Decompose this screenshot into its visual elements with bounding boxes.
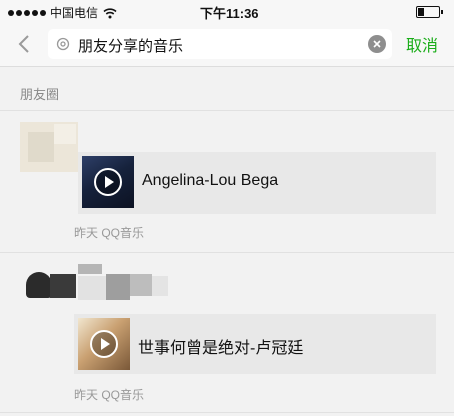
- play-icon: [94, 168, 122, 196]
- avatar[interactable]: [20, 264, 170, 316]
- avatar[interactable]: [20, 122, 78, 172]
- search-header: 朋友分享的音乐 取消: [0, 24, 454, 67]
- post-meta: 昨天 QQ音乐: [74, 388, 145, 402]
- carrier-label: 中国电信: [50, 6, 99, 20]
- battery-icon: [416, 6, 443, 18]
- status-time: 下午11:36: [200, 6, 259, 21]
- search-filter-icon: [56, 37, 70, 51]
- cancel-button[interactable]: 取消: [406, 32, 438, 56]
- music-share-card[interactable]: Angelina-Lou Bega: [78, 152, 436, 214]
- back-arrow-icon[interactable]: [14, 33, 36, 55]
- album-cover: [82, 156, 134, 208]
- play-icon: [90, 330, 118, 358]
- search-input[interactable]: 朋友分享的音乐: [48, 29, 392, 59]
- status-bar: 中国电信 下午11:36: [0, 0, 454, 24]
- song-title: Angelina-Lou Bega: [142, 172, 279, 189]
- clear-icon[interactable]: [368, 35, 386, 53]
- album-cover: [78, 318, 130, 370]
- signal-icon: [8, 9, 46, 16]
- section-title: 朋友圈: [20, 87, 60, 102]
- divider: [0, 110, 454, 111]
- divider: [0, 412, 454, 413]
- post-meta: 昨天 QQ音乐: [74, 226, 145, 240]
- song-title: 世事何曾是绝对-卢冠廷: [138, 340, 304, 357]
- status-left: 中国电信: [8, 4, 117, 21]
- wifi-icon: [103, 7, 117, 18]
- music-share-card[interactable]: 世事何曾是绝对-卢冠廷: [74, 314, 436, 374]
- search-query-text[interactable]: 朋友分享的音乐: [78, 35, 183, 56]
- divider: [0, 252, 454, 253]
